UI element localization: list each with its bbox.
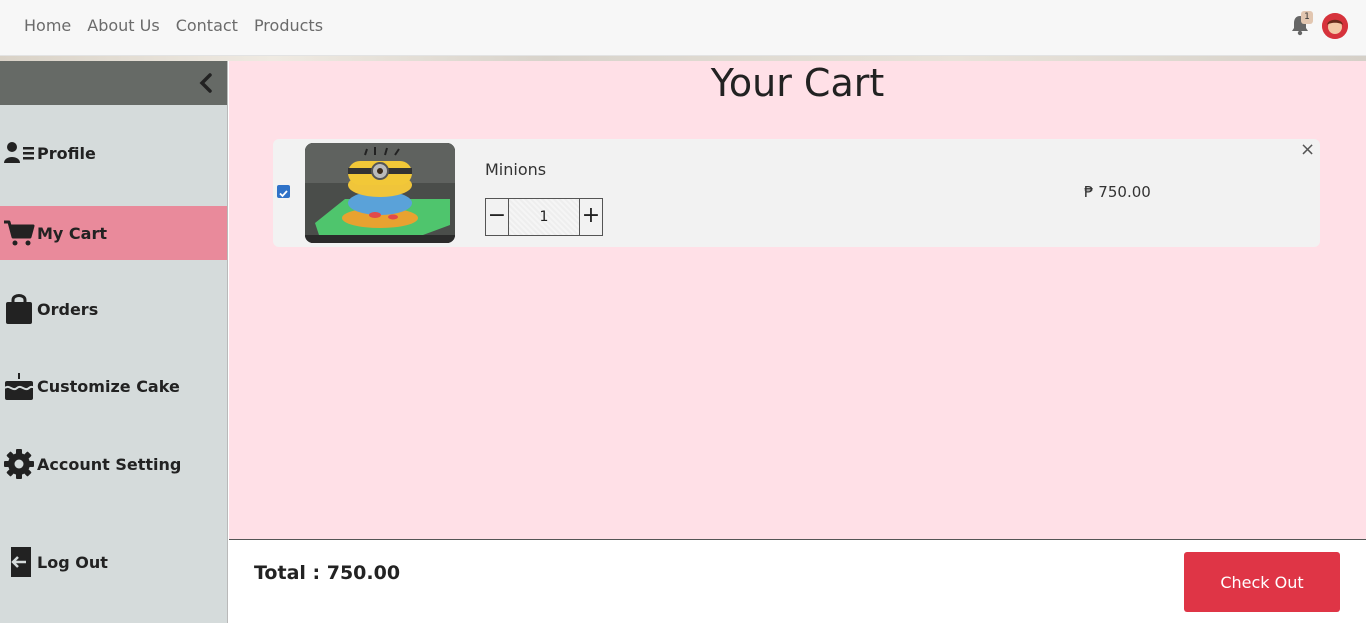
quantity-stepper: − 1 + bbox=[485, 198, 603, 236]
checkout-button[interactable]: Check Out bbox=[1184, 552, 1340, 612]
sidebar-item-my-cart[interactable]: My Cart bbox=[0, 206, 227, 260]
gear-icon bbox=[3, 448, 35, 480]
cart-footer: Total : 750.00 Check Out bbox=[229, 539, 1366, 623]
page-title: Your Cart bbox=[710, 61, 885, 105]
close-icon[interactable]: × bbox=[1300, 141, 1315, 159]
sidebar-item-label: Orders bbox=[37, 299, 99, 319]
cart-main: Your Cart Minions − 1 + ₱ 750.00 × bbox=[229, 61, 1366, 539]
nav-link-contact[interactable]: Contact bbox=[176, 16, 238, 35]
chevron-left-icon[interactable] bbox=[197, 72, 215, 94]
sidebar-item-orders[interactable]: Orders bbox=[0, 282, 227, 336]
profile-icon bbox=[3, 137, 35, 169]
sidebar-item-log-out[interactable]: Log Out bbox=[0, 535, 227, 589]
notification-badge: 1 bbox=[1301, 11, 1313, 24]
sidebar-header bbox=[0, 61, 227, 105]
nav-link-home[interactable]: Home bbox=[24, 16, 71, 35]
logout-icon bbox=[3, 546, 35, 578]
avatar[interactable] bbox=[1322, 13, 1348, 39]
top-navbar: Home About Us Contact Products 1 bbox=[0, 0, 1366, 56]
sidebar-item-label: Customize Cake bbox=[37, 376, 180, 396]
cart-total: Total : 750.00 bbox=[254, 562, 401, 584]
user-avatar-icon bbox=[1322, 13, 1348, 39]
bag-icon bbox=[3, 293, 35, 325]
sidebar-item-label: Profile bbox=[37, 143, 96, 163]
cart-item: Minions − 1 + ₱ 750.00 × bbox=[273, 139, 1320, 247]
nav-links: Home About Us Contact Products bbox=[24, 16, 323, 35]
quantity-input[interactable]: 1 bbox=[509, 198, 579, 236]
sidebar-item-profile[interactable]: Profile bbox=[0, 126, 227, 180]
nav-link-about-us[interactable]: About Us bbox=[87, 16, 159, 35]
sidebar-item-label: Account Setting bbox=[37, 454, 182, 474]
sidebar-item-account-setting[interactable]: Account Setting bbox=[0, 437, 227, 491]
increase-quantity-button[interactable]: + bbox=[579, 198, 603, 236]
sidebar-item-customize-cake[interactable]: Customize Cake bbox=[0, 359, 227, 413]
checkmark-icon bbox=[279, 190, 288, 198]
decrease-quantity-button[interactable]: − bbox=[485, 198, 509, 236]
minion-cake-image bbox=[305, 143, 455, 243]
sidebar-item-label: Log Out bbox=[37, 552, 108, 572]
item-name: Minions bbox=[485, 160, 547, 179]
product-image bbox=[305, 143, 455, 243]
cart-icon bbox=[3, 217, 35, 249]
nav-link-products[interactable]: Products bbox=[254, 16, 323, 35]
item-select-checkbox[interactable] bbox=[277, 185, 290, 198]
cake-icon bbox=[3, 370, 35, 402]
sidebar: Profile My Cart Orders Customize Cake Ac… bbox=[0, 61, 228, 623]
item-price: ₱ 750.00 bbox=[1084, 183, 1151, 201]
sidebar-item-label: My Cart bbox=[37, 223, 107, 243]
